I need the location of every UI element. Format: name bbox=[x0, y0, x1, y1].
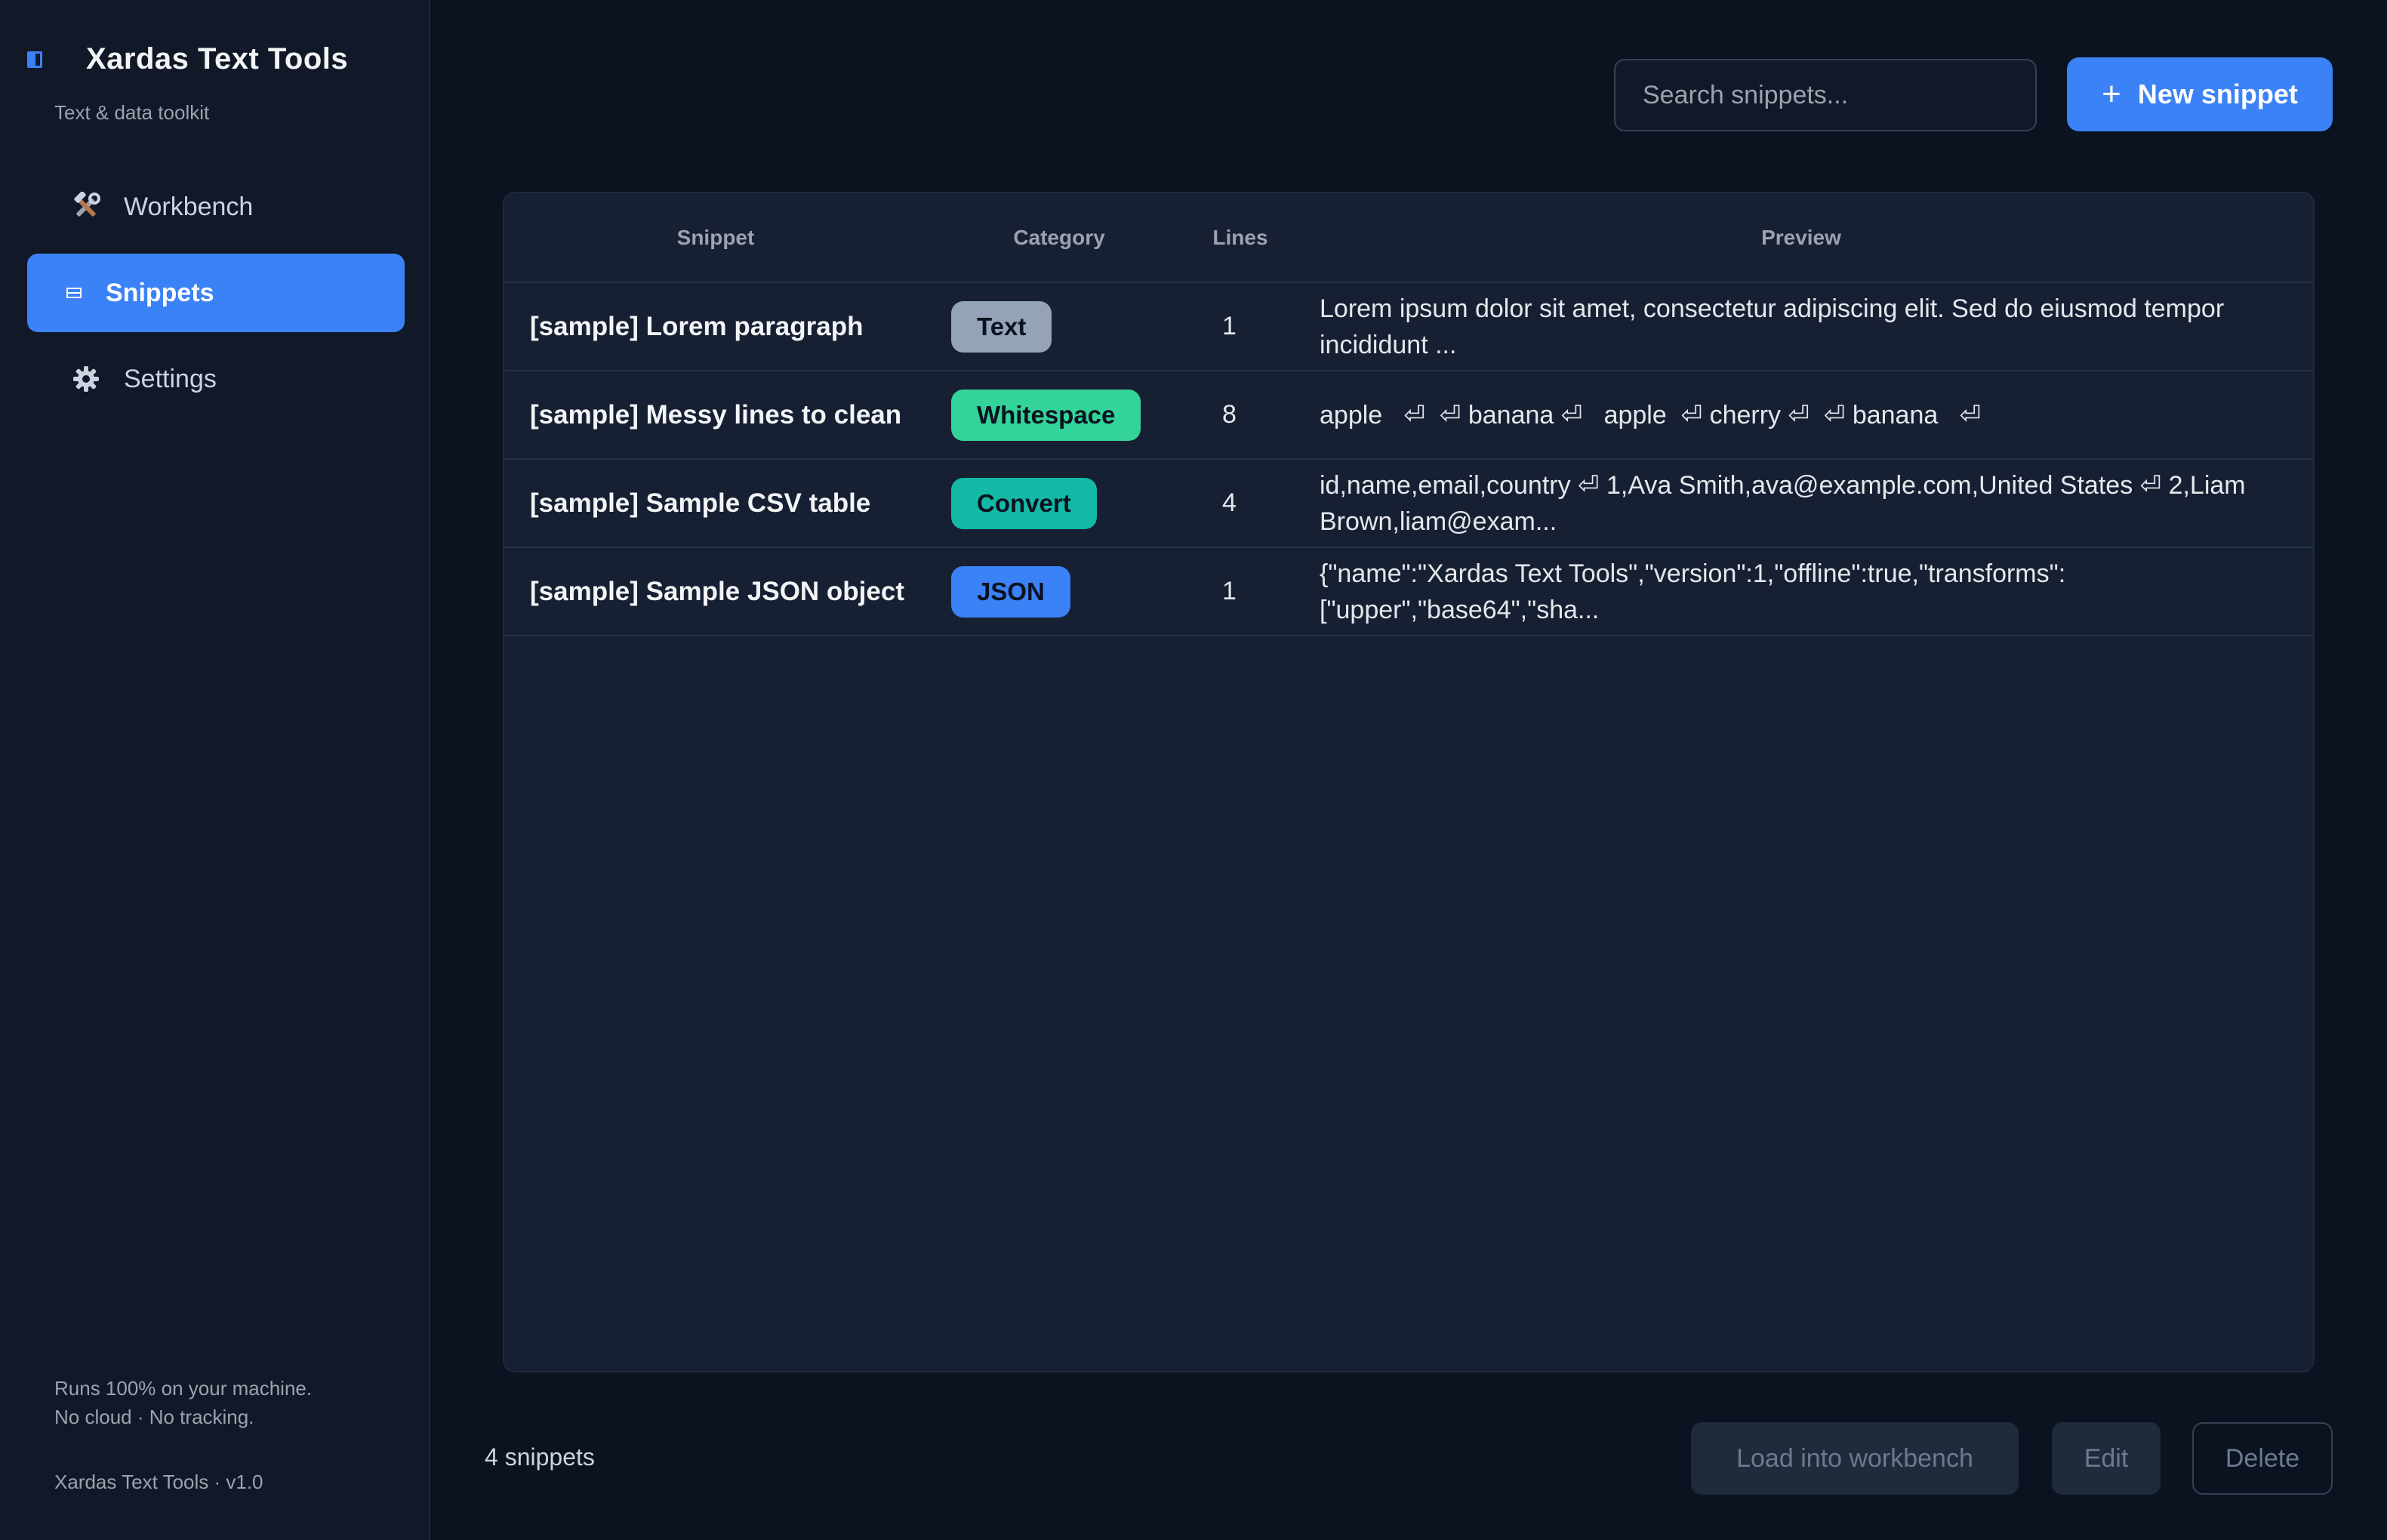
sidebar-item-label: Settings bbox=[124, 364, 217, 393]
new-snippet-label: New snippet bbox=[2137, 79, 2298, 109]
category-badge: Text bbox=[951, 300, 1052, 353]
snippet-preview: id,name,email,country ⏎ 1,Ava Smith,ava@… bbox=[1289, 459, 2313, 548]
sidebar-nav: Workbench Snippets Settings bbox=[27, 168, 405, 426]
app-title: Xardas Text Tools bbox=[86, 42, 349, 75]
hammer-wrench-icon bbox=[71, 192, 101, 222]
column-header-preview[interactable]: Preview bbox=[1289, 193, 2313, 283]
column-header-lines[interactable]: Lines bbox=[1191, 193, 1289, 283]
snippet-count: 4 snippets bbox=[485, 1443, 595, 1471]
new-snippet-button[interactable]: + New snippet bbox=[2067, 57, 2333, 131]
privacy-line-1: Runs 100% on your machine. bbox=[54, 1377, 313, 1400]
table-row[interactable]: [sample] Sample JSON object JSON 1 {"nam… bbox=[504, 547, 2313, 636]
column-header-category[interactable]: Category bbox=[927, 193, 1191, 283]
table-row[interactable]: [sample] Messy lines to clean Whitespace… bbox=[504, 371, 2313, 460]
snippets-icon bbox=[65, 278, 83, 308]
table-row[interactable]: [sample] Sample CSV table Convert 4 id,n… bbox=[504, 459, 2313, 548]
snippet-name: [sample] Messy lines to clean bbox=[504, 371, 927, 460]
sidebar-item-workbench[interactable]: Workbench bbox=[27, 168, 405, 246]
sidebar-toggle-icon[interactable] bbox=[27, 51, 42, 68]
table-row[interactable]: [sample] Lorem paragraph Text 1 Lorem ip… bbox=[504, 282, 2313, 371]
line-count: 1 bbox=[1191, 547, 1289, 636]
sidebar-item-snippets[interactable]: Snippets bbox=[27, 254, 405, 332]
sidebar-item-label: Snippets bbox=[106, 278, 214, 307]
app-root: Xardas Text Tools Text & data toolkit Wo… bbox=[0, 0, 2387, 1540]
main-content: + New snippet Snippet Category Lines Pre… bbox=[430, 0, 2387, 1540]
privacy-note: Runs 100% on your machine. No cloud · No… bbox=[54, 1374, 312, 1431]
line-count: 1 bbox=[1191, 282, 1289, 371]
gear-icon bbox=[71, 364, 101, 394]
snippet-name: [sample] Lorem paragraph bbox=[504, 282, 927, 371]
category-badge: Whitespace bbox=[951, 389, 1141, 441]
category-badge: JSON bbox=[951, 565, 1070, 618]
snippet-preview: apple ⏎ ⏎ banana ⏎ apple ⏎ cherry ⏎ ⏎ ba… bbox=[1289, 371, 2313, 460]
edit-button[interactable]: Edit bbox=[2052, 1422, 2161, 1495]
column-header-snippet[interactable]: Snippet bbox=[504, 193, 927, 283]
sidebar-item-label: Workbench bbox=[124, 192, 254, 221]
line-count: 8 bbox=[1191, 371, 1289, 460]
line-count: 4 bbox=[1191, 459, 1289, 548]
sidebar: Xardas Text Tools Text & data toolkit Wo… bbox=[0, 0, 430, 1540]
table-header-row: Snippet Category Lines Preview bbox=[504, 193, 2313, 283]
brand: Xardas Text Tools bbox=[27, 42, 348, 76]
snippet-name: [sample] Sample JSON object bbox=[504, 547, 927, 636]
category-badge: Convert bbox=[951, 477, 1097, 529]
snippet-name: [sample] Sample CSV table bbox=[504, 459, 927, 548]
plus-icon: + bbox=[2102, 75, 2121, 112]
snippets-table: Snippet Category Lines Preview [sample] … bbox=[504, 193, 2313, 636]
snippet-preview: {"name":"Xardas Text Tools","version":1,… bbox=[1289, 547, 2313, 636]
app-subtitle: Text & data toolkit bbox=[54, 101, 210, 124]
load-into-workbench-button[interactable]: Load into workbench bbox=[1691, 1422, 2019, 1495]
app-version: Xardas Text Tools · v1.0 bbox=[54, 1471, 263, 1493]
sidebar-item-settings[interactable]: Settings bbox=[27, 340, 405, 418]
search-input[interactable] bbox=[1614, 59, 2037, 131]
snippets-table-card: Snippet Category Lines Preview [sample] … bbox=[503, 192, 2315, 1372]
delete-button[interactable]: Delete bbox=[2192, 1422, 2333, 1495]
privacy-line-2: No cloud · No tracking. bbox=[54, 1406, 254, 1428]
snippet-preview: Lorem ipsum dolor sit amet, consectetur … bbox=[1289, 282, 2313, 371]
